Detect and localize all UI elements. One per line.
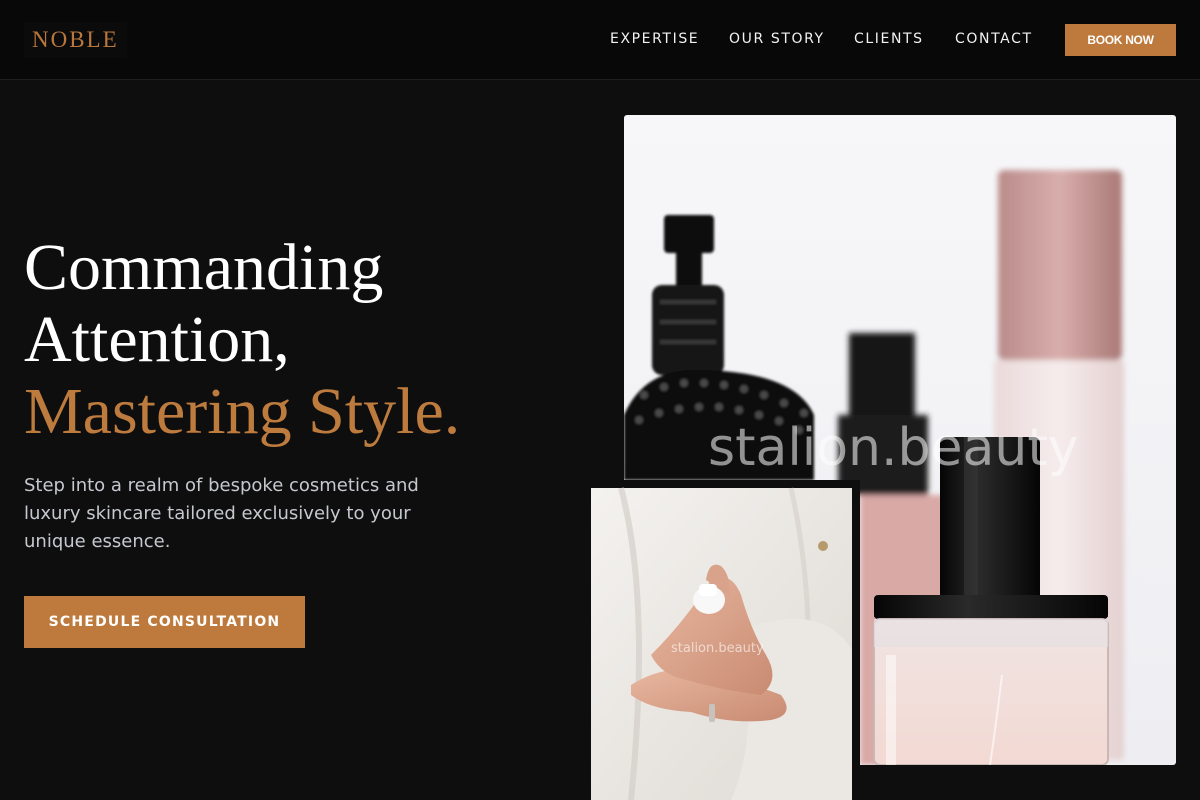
book-now-button[interactable]: BOOK NOW bbox=[1065, 24, 1176, 56]
nav-item-our-story[interactable]: OUR STORY bbox=[729, 31, 825, 47]
nav-item-expertise[interactable]: EXPERTISE bbox=[610, 31, 699, 47]
hero-subtitle: Step into a realm of bespoke cosmetics a… bbox=[24, 475, 419, 552]
hero-title-line-1: Commanding bbox=[24, 231, 384, 304]
nav-item-clients[interactable]: CLIENTS bbox=[854, 31, 924, 47]
brand-logo[interactable]: NOBLE bbox=[24, 22, 127, 58]
nav-item-contact[interactable]: CONTACT bbox=[955, 31, 1033, 47]
hero-title: Commanding Attention, Mastering Style. bbox=[24, 232, 584, 448]
small-image-watermark: stalion.beauty bbox=[671, 641, 764, 656]
hero-title-accent: Mastering Style. bbox=[24, 375, 461, 448]
schedule-consultation-button[interactable]: SCHEDULE CONSULTATION bbox=[24, 596, 305, 648]
hands-lotion-photo: stalion.beauty bbox=[591, 480, 860, 800]
hero-title-line-2: Attention, bbox=[24, 303, 290, 376]
site-header: NOBLE EXPERTISE OUR STORY CLIENTS CONTAC… bbox=[0, 0, 1200, 80]
main-image-watermark: stalion.beauty bbox=[708, 418, 1079, 478]
